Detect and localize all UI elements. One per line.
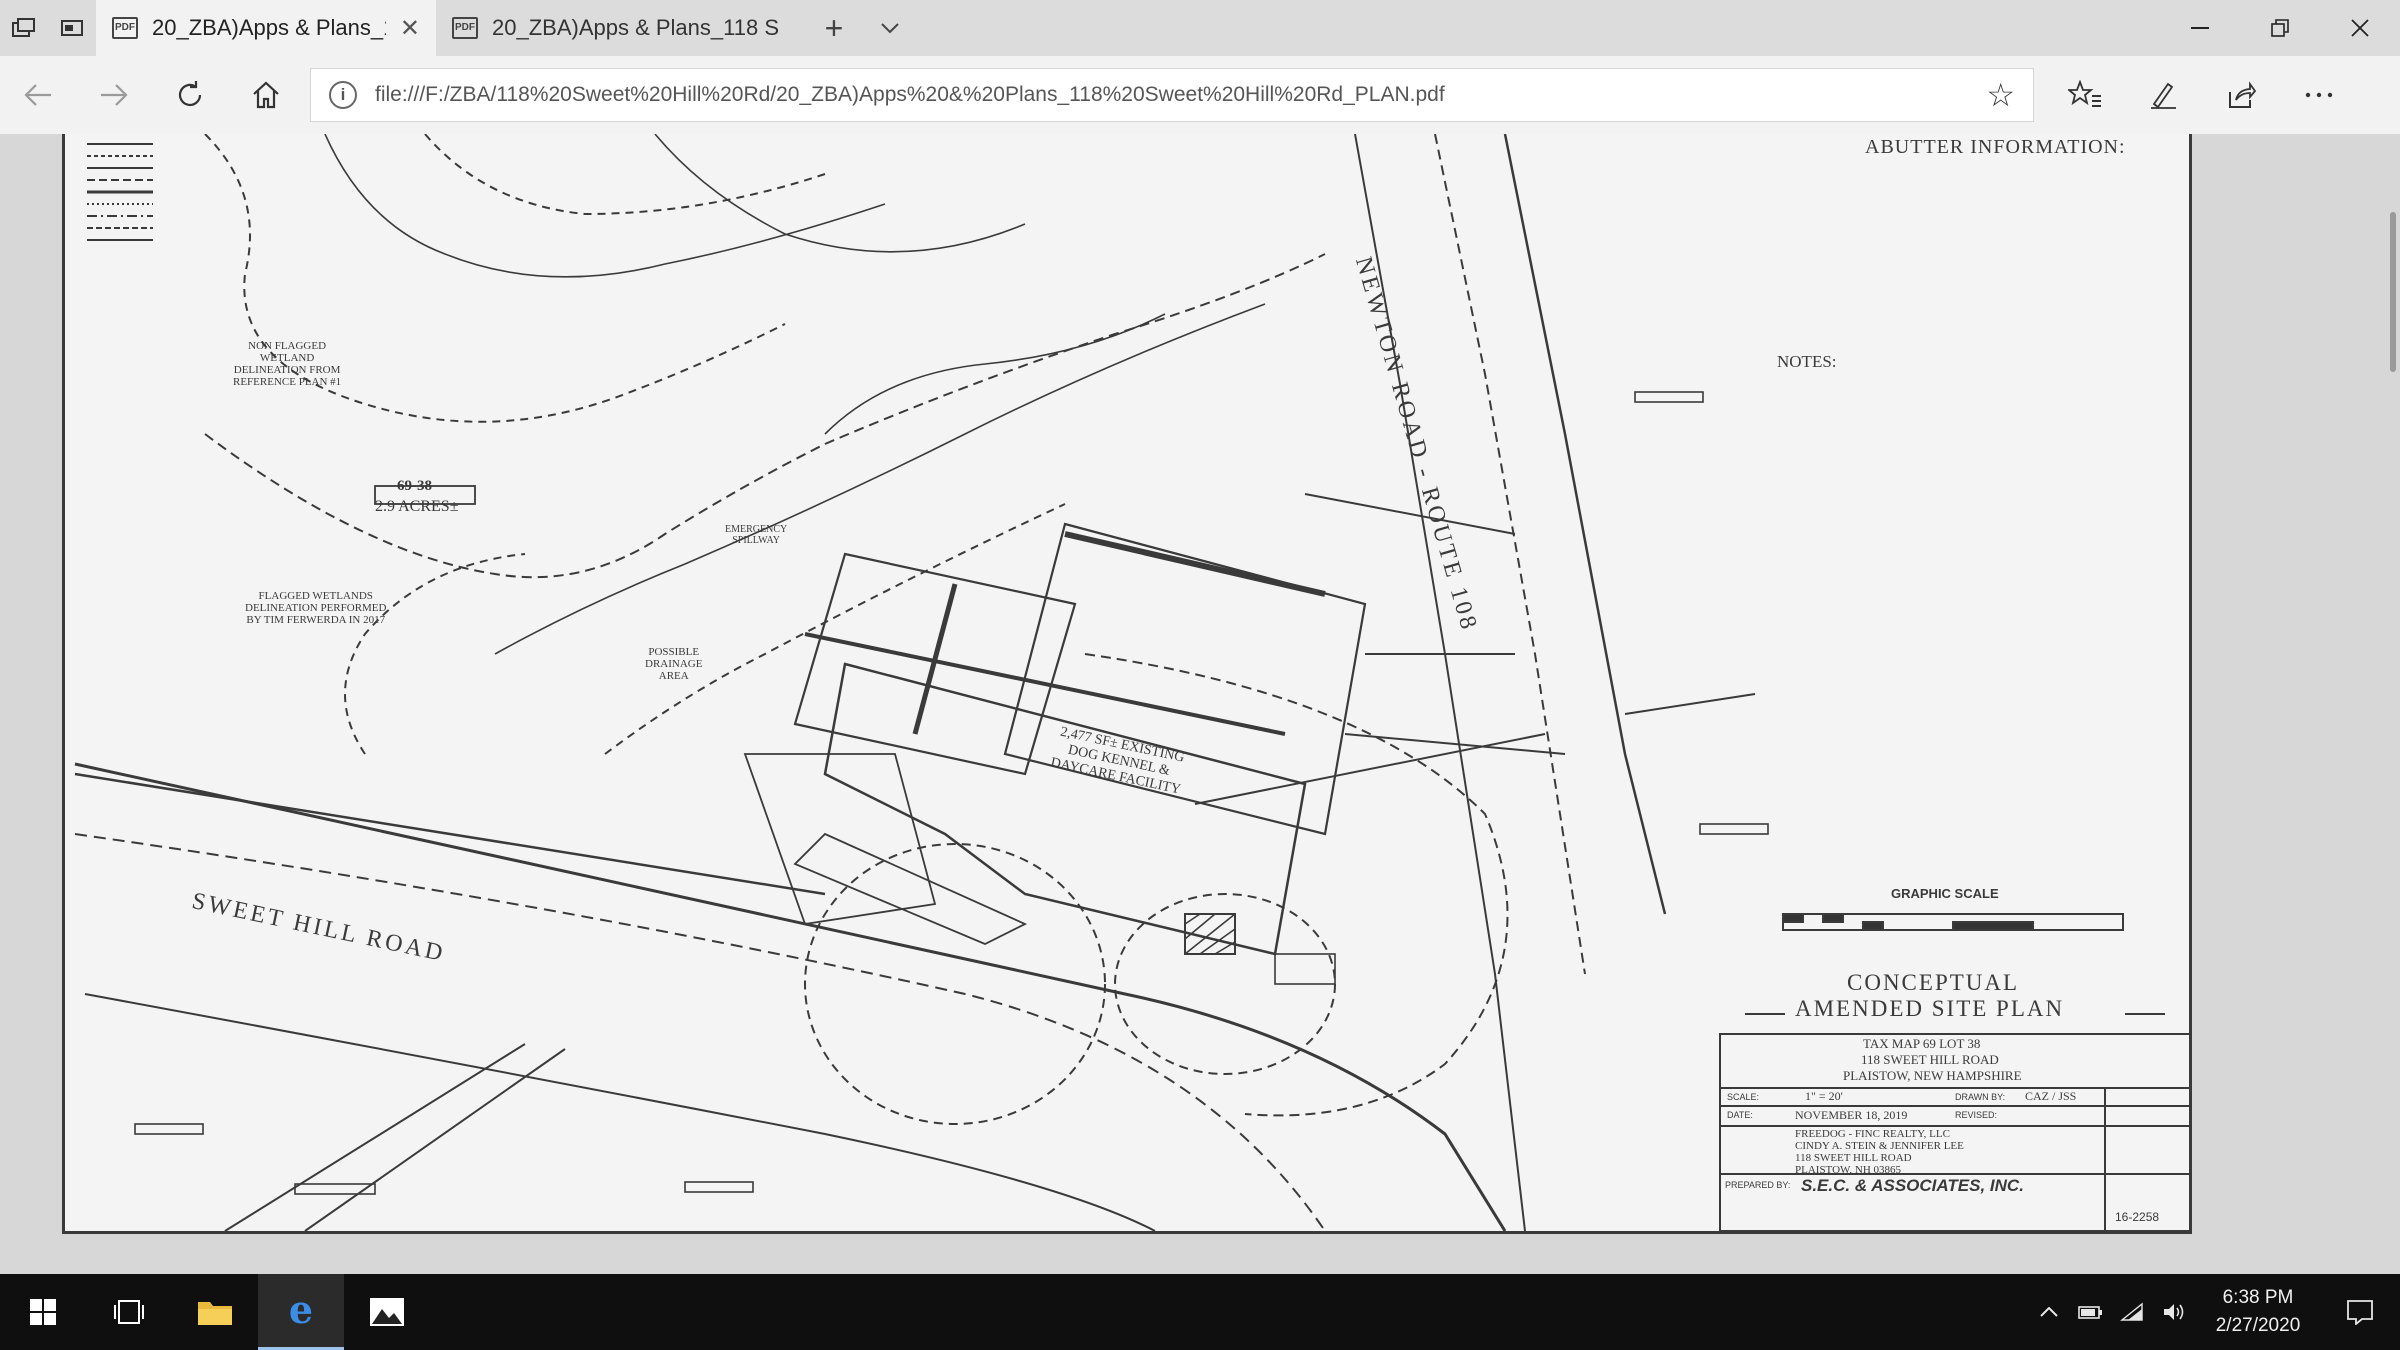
volume-icon[interactable]	[2154, 1302, 2196, 1322]
title-line-2: AMENDED SITE PLAN	[1795, 996, 2065, 1021]
pdf-viewer[interactable]: ABUTTER INFORMATION: NOTES: NEWTON ROAD …	[0, 134, 2400, 1274]
drawn-by-label: DRAWN BY:	[1955, 1092, 2006, 1102]
chevron-down-icon[interactable]	[862, 0, 918, 56]
clock-date: 2/27/2020	[2215, 1315, 2301, 1336]
pdf-icon: PDF	[452, 17, 478, 39]
home-icon[interactable]	[228, 56, 304, 134]
wifi-icon[interactable]	[2112, 1302, 2154, 1322]
drainage-area-label: POSSIBLE DRAINAGE AREA	[645, 646, 703, 682]
close-icon[interactable]	[2320, 0, 2400, 56]
title-line-1: CONCEPTUAL	[1847, 970, 2020, 995]
notification-icon[interactable]	[2320, 1299, 2400, 1325]
site-plan-page: ABUTTER INFORMATION: NOTES: NEWTON ROAD …	[62, 134, 2192, 1234]
tab-active[interactable]: PDF 20_ZBA)Apps & Plans_1 ✕	[96, 0, 436, 56]
tab-bar: PDF 20_ZBA)Apps & Plans_1 ✕ PDF 20_ZBA)A…	[0, 0, 2400, 56]
scrollbar-thumb[interactable]	[2390, 212, 2396, 372]
emergency-spillway-label: EMERGENCY SPILLWAY	[725, 524, 788, 546]
address-bar[interactable]: i file:///F:/ZBA/118%20Sweet%20Hill%20Rd…	[310, 68, 2034, 122]
screen: PDF 20_ZBA)Apps & Plans_1 ✕ PDF 20_ZBA)A…	[0, 0, 2400, 1350]
chevron-up-icon[interactable]	[2028, 1307, 2070, 1317]
back-icon[interactable]	[0, 56, 76, 134]
forward-icon[interactable]	[76, 56, 152, 134]
info-icon[interactable]: i	[329, 81, 357, 109]
edge-icon[interactable]: e	[258, 1274, 344, 1350]
window-controls	[2160, 0, 2400, 56]
tab-title: 20_ZBA)Apps & Plans_118 S	[492, 15, 779, 40]
graphic-scale-label: GRAPHIC SCALE	[1891, 886, 1999, 901]
notes-title: NOTES:	[1777, 352, 1837, 371]
set-aside-tabs-icon[interactable]	[0, 0, 48, 56]
minimize-icon[interactable]	[2160, 0, 2240, 56]
windows-start-icon[interactable]	[0, 1274, 86, 1350]
taskbar: e 6:38 PM 2/27/2020	[0, 1274, 2400, 1350]
job-number: 16-2258	[2115, 1210, 2160, 1224]
system-clock[interactable]: 6:38 PM 2/27/2020	[2196, 1284, 2320, 1340]
abutter-title: ABUTTER INFORMATION:	[1865, 136, 2126, 158]
tab-title: 20_ZBA)Apps & Plans_1	[152, 15, 386, 40]
date-label: DATE:	[1727, 1110, 1753, 1120]
pdf-icon: PDF	[112, 17, 138, 39]
file-explorer-icon[interactable]	[172, 1274, 258, 1350]
favorites-icon[interactable]	[2046, 56, 2124, 134]
address-url[interactable]: file:///F:/ZBA/118%20Sweet%20Hill%20Rd/2…	[375, 83, 1968, 107]
share-icon[interactable]	[2202, 56, 2280, 134]
restore-icon[interactable]	[2240, 0, 2320, 56]
drawn-by-value: CAZ / JSS	[2025, 1089, 2077, 1103]
owner-line-3: 118 SWEET HILL ROAD	[1795, 1152, 1912, 1164]
svg-text:e: e	[289, 1292, 313, 1330]
scale-label: SCALE:	[1727, 1092, 1760, 1102]
flagged-wetland-label: FLAGGED WETLANDS DELINEATION PERFORMED B…	[245, 590, 387, 626]
plus-icon[interactable]: +	[806, 0, 862, 56]
navigation-bar: i file:///F:/ZBA/118%20Sweet%20Hill%20Rd…	[0, 56, 2400, 134]
star-icon[interactable]: ☆	[1986, 76, 2015, 114]
pen-icon[interactable]	[2124, 56, 2202, 134]
owner-line-2: CINDY A. STEIN & JENNIFER LEE	[1795, 1140, 1964, 1152]
revised-label: REVISED:	[1955, 1110, 1998, 1120]
lot-label: 69-38	[397, 478, 432, 494]
battery-icon[interactable]	[2070, 1304, 2112, 1320]
non-flagged-wetland-label: NON FLAGGED WETLAND DELINEATION FROM REF…	[233, 340, 342, 388]
date-value: NOVEMBER 18, 2019	[1795, 1108, 1908, 1122]
toolbar-right	[2046, 56, 2358, 134]
prepared-by-label: PREPARED BY:	[1725, 1180, 1791, 1190]
owner-line-1: FREEDOG - FINC REALTY, LLC	[1795, 1128, 1950, 1140]
lot-area: 2.9 ACRES±	[375, 498, 459, 515]
tab-preview-icon[interactable]	[48, 0, 96, 56]
firm-name: S.E.C. & ASSOCIATES, INC.	[1801, 1176, 2024, 1195]
clock-time: 6:38 PM	[2222, 1287, 2294, 1308]
owner-line-4: PLAISTOW, NH 03865	[1795, 1164, 1902, 1176]
refresh-icon[interactable]	[152, 56, 228, 134]
project-line-2: 118 SWEET HILL ROAD	[1861, 1052, 1999, 1067]
task-view-icon[interactable]	[86, 1274, 172, 1350]
scale-value: 1" = 20'	[1805, 1089, 1843, 1103]
project-line-3: PLAISTOW, NEW HAMPSHIRE	[1843, 1068, 2022, 1083]
project-line-1: TAX MAP 69 LOT 38	[1863, 1036, 1981, 1051]
close-icon[interactable]: ✕	[400, 14, 420, 43]
photos-icon[interactable]	[344, 1274, 430, 1350]
system-tray: 6:38 PM 2/27/2020	[2028, 1274, 2400, 1350]
tab-inactive[interactable]: PDF 20_ZBA)Apps & Plans_118 S	[436, 0, 806, 56]
more-icon[interactable]	[2280, 56, 2358, 134]
